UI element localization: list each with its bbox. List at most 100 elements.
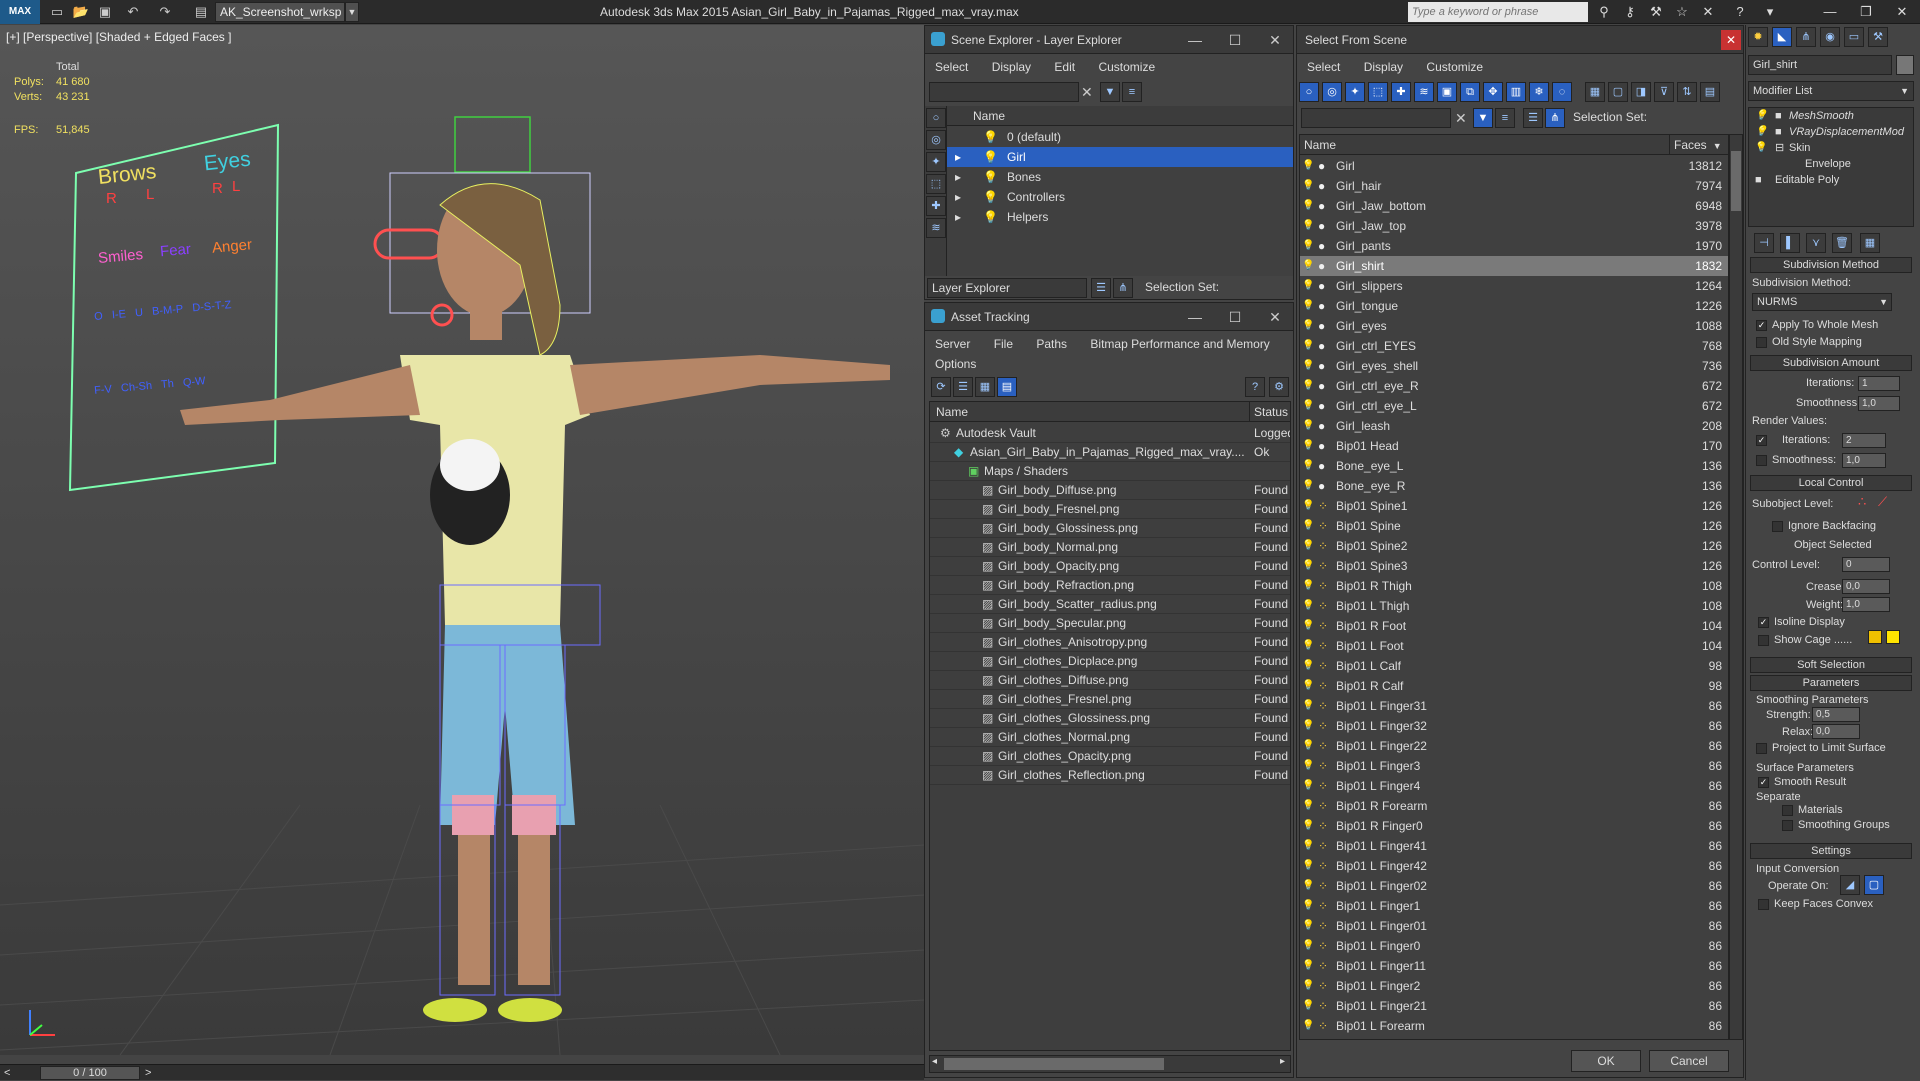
scene-explorer-close-icon[interactable]: ✕ — [1261, 26, 1289, 54]
time-slider-thumb[interactable]: 0 / 100 — [40, 1066, 140, 1080]
close-x-icon[interactable]: ✕ — [1698, 3, 1718, 21]
scene-object-row[interactable]: 💡 ⁘ Bip01 Spine3 126 — [1300, 556, 1728, 576]
sfs-helpers-icon[interactable]: ✚ — [1391, 82, 1411, 102]
light-bulb-icon[interactable]: 💡 — [1302, 296, 1314, 316]
light-bulb-icon[interactable]: 💡 — [1302, 556, 1314, 576]
sfs-sync-icon[interactable]: ⇅ — [1677, 82, 1697, 102]
sfs-xrefs-icon[interactable]: ⧉ — [1460, 82, 1480, 102]
sfs-filter-icon[interactable]: ▼ — [1473, 108, 1493, 128]
se-layer-toggle-icon[interactable]: ☰ — [1091, 278, 1111, 298]
se-display-lights-icon[interactable]: ✦ — [926, 152, 946, 172]
sfs-cameras-icon[interactable]: ⬚ — [1368, 82, 1388, 102]
light-bulb-icon[interactable]: 💡 — [1302, 876, 1314, 896]
time-prev-icon[interactable]: < — [4, 1065, 10, 1081]
cancel-button[interactable]: Cancel — [1649, 1050, 1729, 1072]
cage-color-1-swatch[interactable] — [1868, 630, 1882, 644]
light-bulb-icon[interactable]: 💡 — [1302, 996, 1314, 1016]
app-logo-icon[interactable]: MAX — [0, 0, 40, 24]
restore-icon[interactable]: ❐ — [1856, 3, 1876, 21]
isoline-display-checkbox[interactable]: ✓ — [1758, 617, 1769, 628]
light-bulb-icon[interactable]: 💡 — [1302, 236, 1314, 256]
time-next-icon[interactable]: > — [145, 1065, 151, 1081]
make-unique-icon[interactable]: ⋎ — [1806, 233, 1826, 253]
scene-object-row[interactable]: 💡 ● Girl_pants 1970 — [1300, 236, 1728, 256]
asset-tracking-maximize-icon[interactable]: ☐ — [1221, 303, 1249, 331]
scene-object-row[interactable]: 💡 ⁘ Bip01 L Finger41 86 — [1300, 836, 1728, 856]
at-scroll-thumb[interactable] — [944, 1058, 1164, 1070]
new-file-icon[interactable]: ▭ — [48, 3, 66, 21]
sfs-select-invert-icon[interactable]: ◨ — [1631, 82, 1651, 102]
light-bulb-icon[interactable]: 💡 — [983, 147, 998, 167]
scroll-right-icon[interactable]: ▸ — [1280, 1056, 1285, 1067]
layer-row-bones[interactable]: ▸ 💡 Bones — [947, 167, 1293, 187]
scene-object-row[interactable]: 💡 ● Girl_eyes_shell 736 — [1300, 356, 1728, 376]
light-bulb-icon[interactable]: 💡 — [1302, 156, 1314, 176]
light-bulb-icon[interactable]: 💡 — [983, 207, 998, 227]
project-folder-icon[interactable]: ▤ — [192, 3, 210, 21]
separate-smoothing-groups-checkbox[interactable] — [1782, 820, 1793, 831]
expand-icon[interactable]: ▸ — [955, 207, 961, 227]
light-bulb-icon[interactable]: 💡 — [1302, 476, 1314, 496]
subdivision-method-dropdown[interactable]: NURMS ▼ — [1752, 293, 1892, 311]
se-layer-sort-icon[interactable]: ≡ — [1122, 82, 1142, 102]
crease-spinner[interactable]: 0,0 — [1842, 579, 1890, 594]
scene-object-row[interactable]: 💡 ⁘ Bip01 L Finger02 86 — [1300, 876, 1728, 896]
light-bulb-icon[interactable]: 💡 — [1302, 456, 1314, 476]
scene-object-row[interactable]: 💡 ● Girl_eyes 1088 — [1300, 316, 1728, 336]
asset-tracking-minimize-icon[interactable]: — — [1181, 303, 1209, 331]
time-slider[interactable]: < 0 / 100 > — [0, 1064, 924, 1080]
asset-row[interactable]: ▨ Girl_body_Scatter_radius.png Found — [930, 594, 1290, 614]
scene-object-row[interactable]: 💡 ⁘ Bip01 L Finger11 86 — [1300, 956, 1728, 976]
light-bulb-icon[interactable]: 💡 — [1755, 108, 1767, 124]
se-filter-icon[interactable]: ▼ — [1100, 82, 1120, 102]
stack-item-vraydisplacement[interactable]: 💡 ■ VRayDisplacementMod — [1749, 124, 1913, 140]
light-bulb-icon[interactable]: 💡 — [1302, 796, 1314, 816]
eye-controller[interactable] — [373, 228, 445, 260]
scene-object-row[interactable]: 💡 ⁘ Bip01 L Finger3 86 — [1300, 756, 1728, 776]
se-clear-find-icon[interactable]: ✕ — [1081, 84, 1093, 101]
sfs-col-name[interactable]: Name — [1300, 135, 1670, 155]
layer-row-controllers[interactable]: ▸ 💡 Controllers — [947, 187, 1293, 207]
scene-object-row[interactable]: 💡 ● Girl_Jaw_bottom 6948 — [1300, 196, 1728, 216]
select-from-scene-title[interactable]: Select From Scene — [1297, 26, 1743, 54]
light-bulb-icon[interactable]: 💡 — [983, 127, 998, 147]
iterations-spinner[interactable]: 1 — [1858, 376, 1900, 391]
show-cage-checkbox[interactable] — [1758, 635, 1769, 646]
scene-object-row[interactable]: 💡 ● Bone_eye_L 136 — [1300, 456, 1728, 476]
at-menu-paths[interactable]: Paths — [1036, 337, 1067, 351]
relax-spinner[interactable]: 0,0 — [1812, 724, 1860, 739]
scene-object-row[interactable]: 💡 ⁘ Bip01 L Calf 98 — [1300, 656, 1728, 676]
asset-row[interactable]: ▨ Girl_body_Diffuse.png Found — [930, 480, 1290, 500]
operate-on-polygons-icon[interactable]: ▢ — [1864, 875, 1884, 895]
stack-item-meshsmooth[interactable]: 💡 ■ MeshSmooth — [1749, 108, 1913, 124]
at-refresh-icon[interactable]: ⟳ — [931, 377, 951, 397]
scene-object-row[interactable]: 💡 ⁘ Bip01 L Finger1 86 — [1300, 896, 1728, 916]
edge-subobject-icon[interactable]: ⟋ — [1878, 494, 1887, 510]
at-menu-options[interactable]: Options — [935, 357, 976, 371]
se-menu-display[interactable]: Display — [992, 60, 1031, 74]
light-bulb-icon[interactable]: 💡 — [1302, 436, 1314, 456]
star-icon[interactable]: ☆ — [1672, 3, 1692, 21]
scene-object-row[interactable]: 💡 ⁘ Bip01 L Forearm 86 — [1300, 1016, 1728, 1036]
at-settings-icon[interactable]: ⚙ — [1269, 377, 1289, 397]
sfs-lights-icon[interactable]: ✦ — [1345, 82, 1365, 102]
minimize-icon[interactable]: — — [1820, 3, 1840, 21]
explorer-type-dropdown[interactable]: Layer Explorer — [927, 278, 1087, 298]
asset-row[interactable]: ▨ Girl_clothes_Fresnel.png Found — [930, 689, 1290, 709]
rollout-subdivision-method[interactable]: Subdivision Method — [1750, 257, 1912, 273]
workspace-dropdown-arrow-icon[interactable]: ▼ — [345, 2, 359, 22]
scene-object-row[interactable]: 💡 ● Girl 13812 — [1300, 156, 1728, 176]
light-bulb-icon[interactable]: 💡 — [1302, 516, 1314, 536]
render-iterations-spinner[interactable]: 2 — [1842, 433, 1886, 448]
scene-object-row[interactable]: 💡 ● Girl_Jaw_top 3978 — [1300, 216, 1728, 236]
asset-row[interactable]: ▨ Girl_clothes_Anisotropy.png Found — [930, 632, 1290, 652]
sfs-find-input[interactable] — [1301, 108, 1451, 128]
stack-item-skin[interactable]: 💡 ⊟ Skin — [1749, 140, 1913, 156]
head-helper-box[interactable] — [454, 116, 531, 173]
at-col-name[interactable]: Name — [930, 402, 1250, 422]
se-display-spacewarps-icon[interactable]: ≋ — [926, 218, 946, 238]
sfs-menu-display[interactable]: Display — [1364, 60, 1403, 74]
se-menu-edit[interactable]: Edit — [1054, 60, 1075, 74]
se-hierarchy-icon[interactable]: ⋔ — [1113, 278, 1133, 298]
asset-tracking-close-icon[interactable]: ✕ — [1261, 303, 1289, 331]
